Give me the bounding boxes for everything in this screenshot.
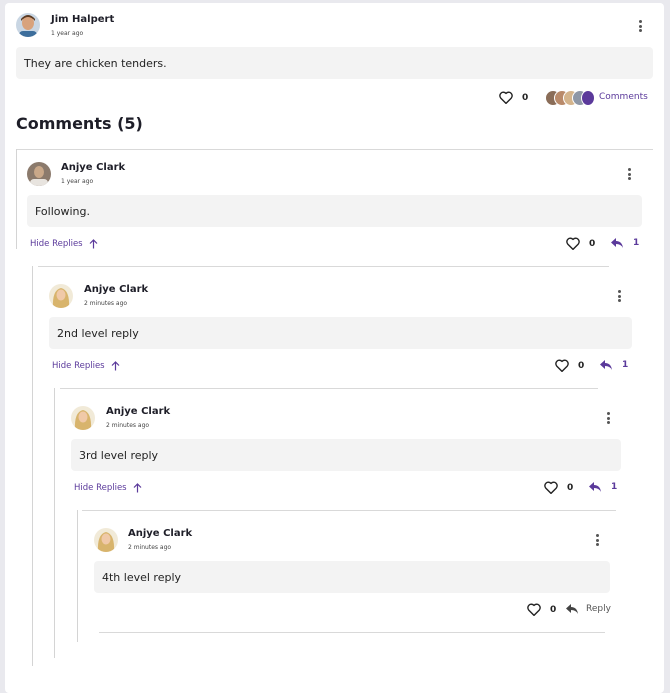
comment-reply-count: 1	[633, 238, 640, 248]
post-author-name[interactable]: Jim Halpert	[51, 14, 114, 25]
post-menu-kebab-icon[interactable]	[634, 19, 646, 33]
comment-timestamp: 1 year ago	[61, 178, 94, 185]
post-like-action[interactable]: 0	[499, 91, 530, 104]
comment-timestamp: 2 minutes ago	[84, 300, 128, 307]
comment-reply-count: 1	[611, 482, 618, 492]
avatar-jim-halpert[interactable]	[16, 13, 40, 37]
hide-replies-label: Hide Replies	[74, 483, 127, 493]
post-card: Jim Halpert 1 year ago They are chicken …	[5, 3, 664, 693]
avatar-anjye-clark[interactable]	[71, 406, 95, 430]
comment-timestamp: 2 minutes ago	[128, 544, 172, 551]
comments-link[interactable]: Comments	[599, 92, 648, 102]
comment-text: 2nd level reply	[57, 326, 139, 340]
comment-timestamp: 2 minutes ago	[106, 422, 150, 429]
hide-replies-label: Hide Replies	[52, 361, 105, 371]
comment-body: Following.	[27, 195, 642, 227]
comment-menu-kebab-icon[interactable]	[591, 533, 603, 547]
thread-line	[32, 266, 33, 666]
avatar-anjye-clark[interactable]	[94, 528, 118, 552]
comment-like-count: 0	[550, 604, 557, 615]
hide-replies-label: Hide Replies	[30, 239, 83, 249]
comment-reply-action[interactable]: 1	[588, 481, 617, 493]
comment-like-count: 0	[578, 360, 585, 371]
reply-arrow-icon[interactable]	[588, 481, 602, 493]
comment-reply-action[interactable]: 1	[610, 237, 639, 249]
divider	[82, 510, 616, 511]
comment-author-name[interactable]: Anjye Clark	[61, 162, 125, 173]
arrow-up-icon	[89, 239, 98, 249]
reply-arrow-icon[interactable]	[610, 237, 624, 249]
hide-replies-button[interactable]: Hide Replies	[30, 239, 98, 249]
reply-label: Reply	[586, 604, 611, 614]
comment-text: 3rd level reply	[79, 448, 159, 462]
heart-icon[interactable]	[499, 91, 513, 104]
thread-line	[16, 149, 17, 249]
avatar	[581, 90, 595, 106]
comments-heading: Comments (5)	[16, 114, 143, 133]
divider	[99, 632, 605, 633]
post-like-count: 0	[522, 92, 529, 103]
thread-line	[77, 510, 78, 642]
hide-replies-button[interactable]: Hide Replies	[52, 361, 120, 371]
hide-replies-button[interactable]: Hide Replies	[74, 483, 142, 493]
comment-like-action[interactable]: 0	[544, 481, 575, 494]
commenter-avatars	[545, 90, 595, 106]
comment-author-name[interactable]: Anjye Clark	[84, 284, 148, 295]
heart-icon[interactable]	[566, 237, 580, 250]
comment-menu-kebab-icon[interactable]	[613, 289, 625, 303]
comment-reply-count: 1	[622, 360, 629, 370]
avatar-anjye-clark[interactable]	[27, 162, 51, 186]
comment-body: 2nd level reply	[49, 317, 632, 349]
heart-icon[interactable]	[527, 603, 541, 616]
divider	[60, 388, 598, 389]
comment-like-action[interactable]: 0	[527, 603, 558, 616]
comment-like-action[interactable]: 0	[555, 359, 586, 372]
comment-body: 4th level reply	[94, 561, 610, 593]
arrow-up-icon	[111, 361, 120, 371]
reply-arrow-icon[interactable]	[599, 359, 613, 371]
divider	[16, 149, 653, 150]
comment-author-name[interactable]: Anjye Clark	[128, 528, 192, 539]
post-text: They are chicken tenders.	[24, 56, 167, 70]
arrow-up-icon	[133, 483, 142, 493]
reply-arrow-icon[interactable]	[565, 603, 579, 615]
comment-reply-button[interactable]: Reply	[565, 603, 611, 615]
comment-like-action[interactable]: 0	[566, 237, 597, 250]
post-timestamp: 1 year ago	[51, 30, 84, 37]
comment-body: 3rd level reply	[71, 439, 621, 471]
comment-like-count: 0	[567, 482, 574, 493]
comment-text: Following.	[35, 204, 91, 218]
comment-reply-action[interactable]: 1	[599, 359, 628, 371]
comment-menu-kebab-icon[interactable]	[602, 411, 614, 425]
comment-like-count: 0	[589, 238, 596, 249]
comment-text: 4th level reply	[102, 570, 182, 584]
heart-icon[interactable]	[555, 359, 569, 372]
thread-line	[54, 388, 55, 658]
divider	[38, 266, 609, 267]
comment-author-name[interactable]: Anjye Clark	[106, 406, 170, 417]
heart-icon[interactable]	[544, 481, 558, 494]
comment-menu-kebab-icon[interactable]	[623, 167, 635, 181]
avatar-anjye-clark[interactable]	[49, 284, 73, 308]
post-body: They are chicken tenders.	[16, 47, 653, 79]
